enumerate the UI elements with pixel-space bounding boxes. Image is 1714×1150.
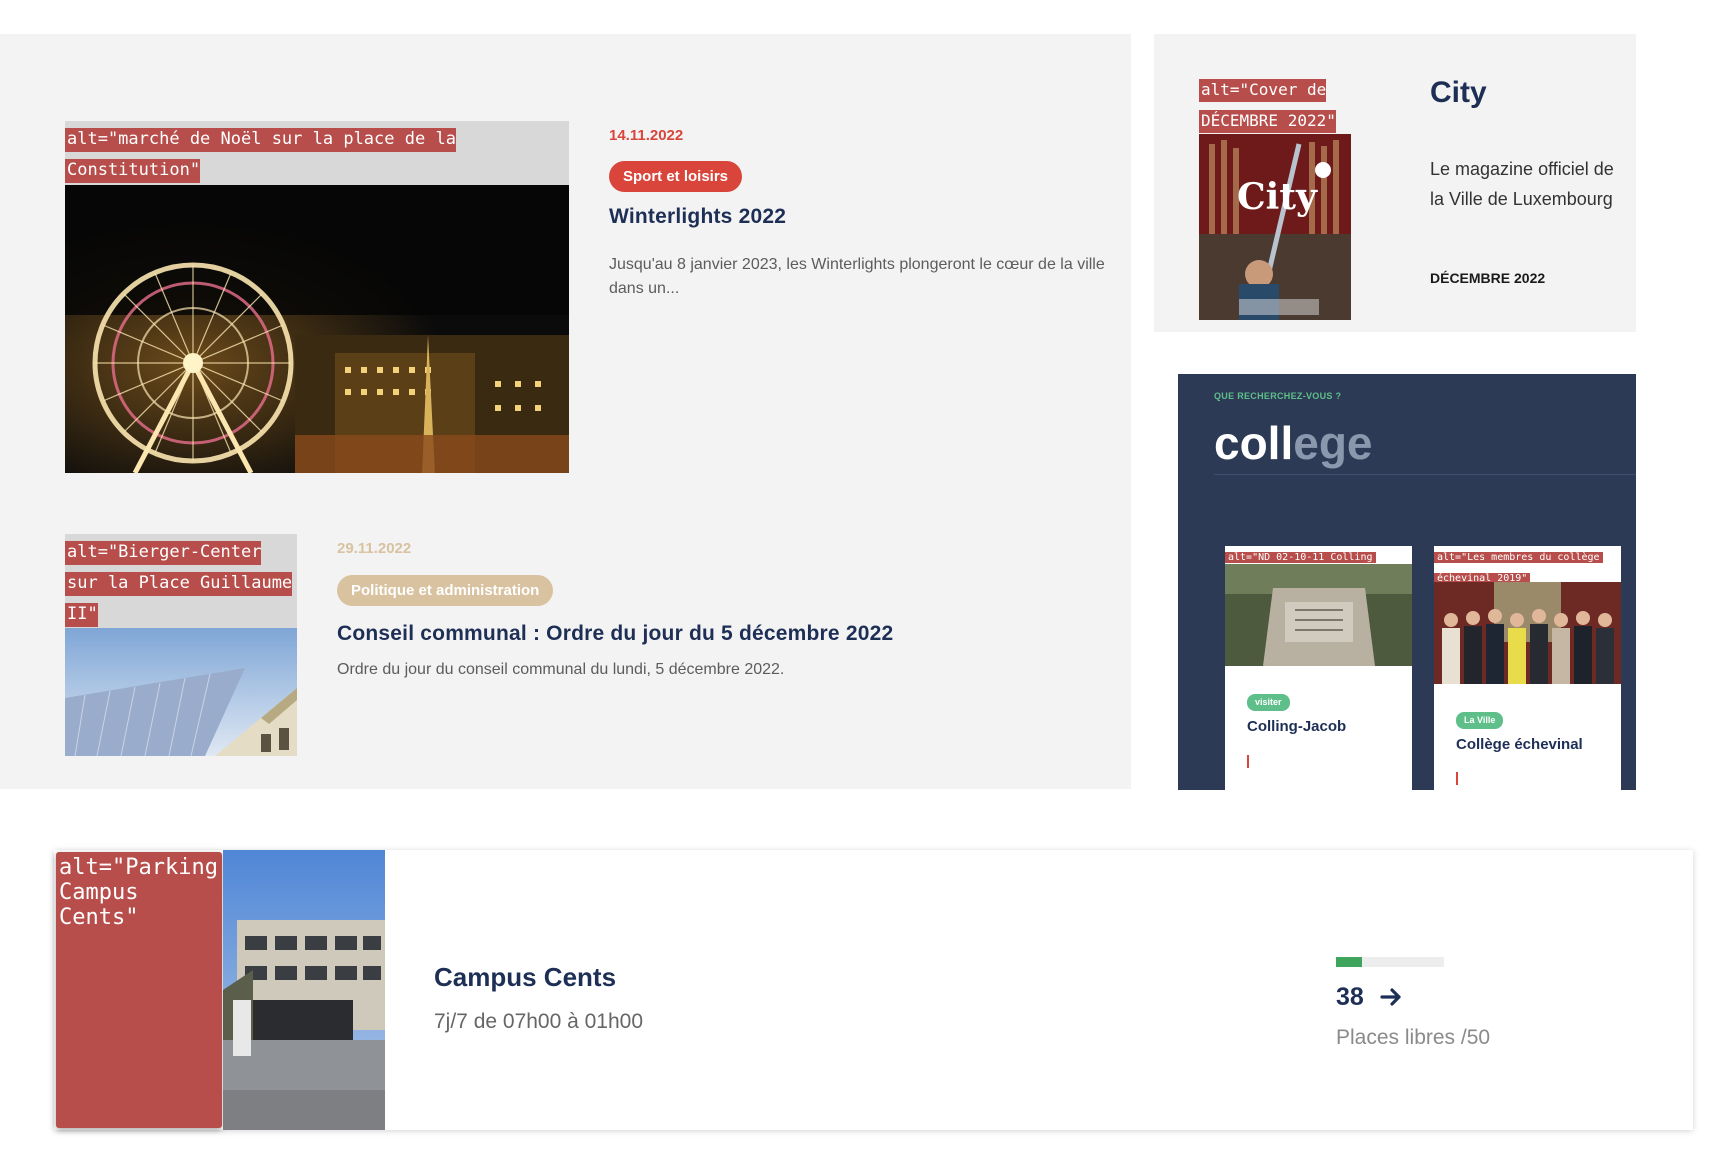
group-photo (1434, 582, 1621, 684)
suggestion-accent-line (1456, 772, 1458, 785)
city-magazine-card[interactable]: alt="Cover de DÉCEMBRE 2022" City City L… (1154, 34, 1636, 332)
magazine-description: Le magazine officiel de la Ville de Luxe… (1430, 159, 1614, 209)
suggestion-title[interactable]: Collège échevinal (1456, 736, 1583, 753)
image-alt-text: alt="Cover de DÉCEMBRE 2022" (1199, 79, 1336, 133)
image-alt-text: alt="Les membres du collège échevinal 20… (1434, 552, 1603, 584)
monument-photo (1225, 564, 1412, 666)
search-suggestions-panel: QUE RECHERCHEZ-VOUS ? college alt="ND 02… (1178, 374, 1636, 790)
image-alt-text: alt="marché de Noël sur la place de la C… (65, 128, 456, 183)
parking-free-places-row[interactable]: 38 (1336, 983, 1402, 1013)
category-badge[interactable]: Sport et loisirs (609, 161, 743, 192)
parking-occupancy-bar (1336, 957, 1444, 967)
suggestion-card-colling-jacob[interactable]: alt="ND 02-10-11 Colling Jacob" visiter … (1225, 546, 1412, 790)
parking-occupancy-fill (1336, 957, 1362, 967)
building-photo (65, 628, 297, 756)
ferris-wheel-photo (65, 185, 569, 473)
news-item-winterlights[interactable]: alt="marché de Noël sur la place de la C… (65, 121, 1105, 473)
parking-photo (223, 850, 385, 1130)
parking-hours: 7j/7 de 07h00 à 01h00 (434, 1010, 644, 1033)
news-date: 29.11.2022 (337, 540, 412, 557)
search-query-input[interactable]: college (1214, 416, 1636, 475)
article-image-winterlights[interactable]: alt="marché de Noël sur la place de la C… (65, 121, 569, 473)
parking-places-label: Places libres /50 (1336, 1026, 1491, 1049)
news-item-conseil[interactable]: alt="Bierger-Center sur la Place Guillau… (65, 534, 1105, 756)
parking-free-places-count: 38 (1336, 983, 1364, 1011)
magazine-issue-date: DÉCEMBRE 2022 (1430, 270, 1546, 286)
suggestion-card-college-echevinal[interactable]: alt="Les membres du collège échevinal 20… (1434, 546, 1621, 790)
parking-name[interactable]: Campus Cents (434, 962, 616, 993)
news-excerpt: Ordre du jour du conseil communal du lun… (337, 661, 785, 678)
suggestion-category-badge: visiter (1247, 694, 1290, 711)
magazine-cover[interactable]: City (1199, 134, 1351, 320)
magazine-title[interactable]: City (1430, 76, 1487, 110)
suggestion-title[interactable]: Colling-Jacob (1247, 718, 1346, 735)
image-alt-text: alt="Parking Campus Cents" (59, 855, 218, 930)
article-image-bierger-center[interactable]: alt="Bierger-Center sur la Place Guillau… (65, 534, 297, 756)
image-alt-text: alt="Bierger-Center sur la Place Guillau… (65, 541, 293, 627)
parking-card-campus-cents[interactable]: alt="Parking Campus Cents" Campus Cents … (54, 850, 1693, 1130)
arrow-right-icon[interactable] (1380, 987, 1402, 1007)
magazine-cover-art (1199, 134, 1351, 320)
news-title[interactable]: Winterlights 2022 (609, 205, 786, 229)
suggestion-accent-line (1247, 755, 1249, 768)
category-badge[interactable]: Politique et administration (337, 575, 554, 606)
magazine-cover-wordmark: City (1237, 176, 1317, 218)
search-kicker: QUE RECHERCHEZ-VOUS ? (1214, 391, 1342, 401)
news-title[interactable]: Conseil communal : Ordre du jour du 5 dé… (337, 622, 893, 646)
search-typed-text: coll (1214, 417, 1294, 469)
news-excerpt: Jusqu'au 8 janvier 2023, les Winterlight… (609, 256, 1105, 297)
news-date: 14.11.2022 (609, 127, 684, 144)
search-completion-text: ege (1293, 417, 1373, 469)
magazine-alt-text-wrap: alt="Cover de DÉCEMBRE 2022" (1199, 74, 1349, 136)
parking-image-alt-box: alt="Parking Campus Cents" (56, 852, 222, 1128)
suggestion-category-badge: La Ville (1456, 712, 1504, 729)
